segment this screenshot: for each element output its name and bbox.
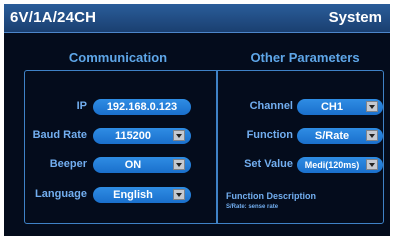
dropdown-arrow-icon[interactable] <box>366 159 378 170</box>
dropdown-arrow-icon[interactable] <box>173 130 185 141</box>
device-screen: 6V/1A/24CH System Communication Other Pa… <box>4 4 390 236</box>
baud-rate-value: 115200 <box>114 130 152 142</box>
language-dropdown[interactable]: English <box>93 187 191 203</box>
ip-field[interactable]: 192.168.0.123 <box>93 99 191 115</box>
dropdown-arrow-icon[interactable] <box>173 189 185 200</box>
dropdown-arrow-icon[interactable] <box>366 130 378 141</box>
channel-label: Channel <box>249 100 293 112</box>
system-menu-button[interactable]: System <box>329 9 382 26</box>
title-bar: 6V/1A/24CH System <box>4 4 390 33</box>
dropdown-arrow-icon[interactable] <box>366 101 378 112</box>
function-dropdown[interactable]: S/Rate <box>297 128 383 144</box>
settings-panel: IP 192.168.0.123 Baud Rate 115200 Beeper… <box>24 70 384 224</box>
beeper-value: ON <box>124 159 142 171</box>
channel-dropdown[interactable]: CH1 <box>297 99 383 115</box>
ip-value: 192.168.0.123 <box>106 101 178 113</box>
communication-section-title: Communication <box>68 50 168 65</box>
dropdown-arrow-icon[interactable] <box>173 159 185 170</box>
function-description-title: Function Description <box>226 191 316 201</box>
other-parameters-section-title: Other Parameters <box>250 50 360 65</box>
set-value-dropdown[interactable]: Medi(120ms) <box>297 157 383 173</box>
language-value: English <box>113 189 153 201</box>
panel-divider <box>216 71 218 223</box>
function-value: S/Rate <box>314 130 350 142</box>
function-label: Function <box>246 129 293 141</box>
set-value-label: Set Value <box>244 158 293 170</box>
device-model-title: 6V/1A/24CH <box>10 9 97 26</box>
baud-rate-dropdown[interactable]: 115200 <box>93 128 191 144</box>
function-description-text: S/Rate: sense rate <box>226 204 279 210</box>
beeper-label: Beeper <box>49 158 87 170</box>
beeper-dropdown[interactable]: ON <box>93 157 191 173</box>
channel-value: CH1 <box>320 101 343 113</box>
baud-rate-label: Baud Rate <box>32 129 87 141</box>
ip-label: IP <box>76 100 87 112</box>
set-value-value: Medi(120ms) <box>304 160 360 170</box>
language-label: Language <box>35 188 87 200</box>
